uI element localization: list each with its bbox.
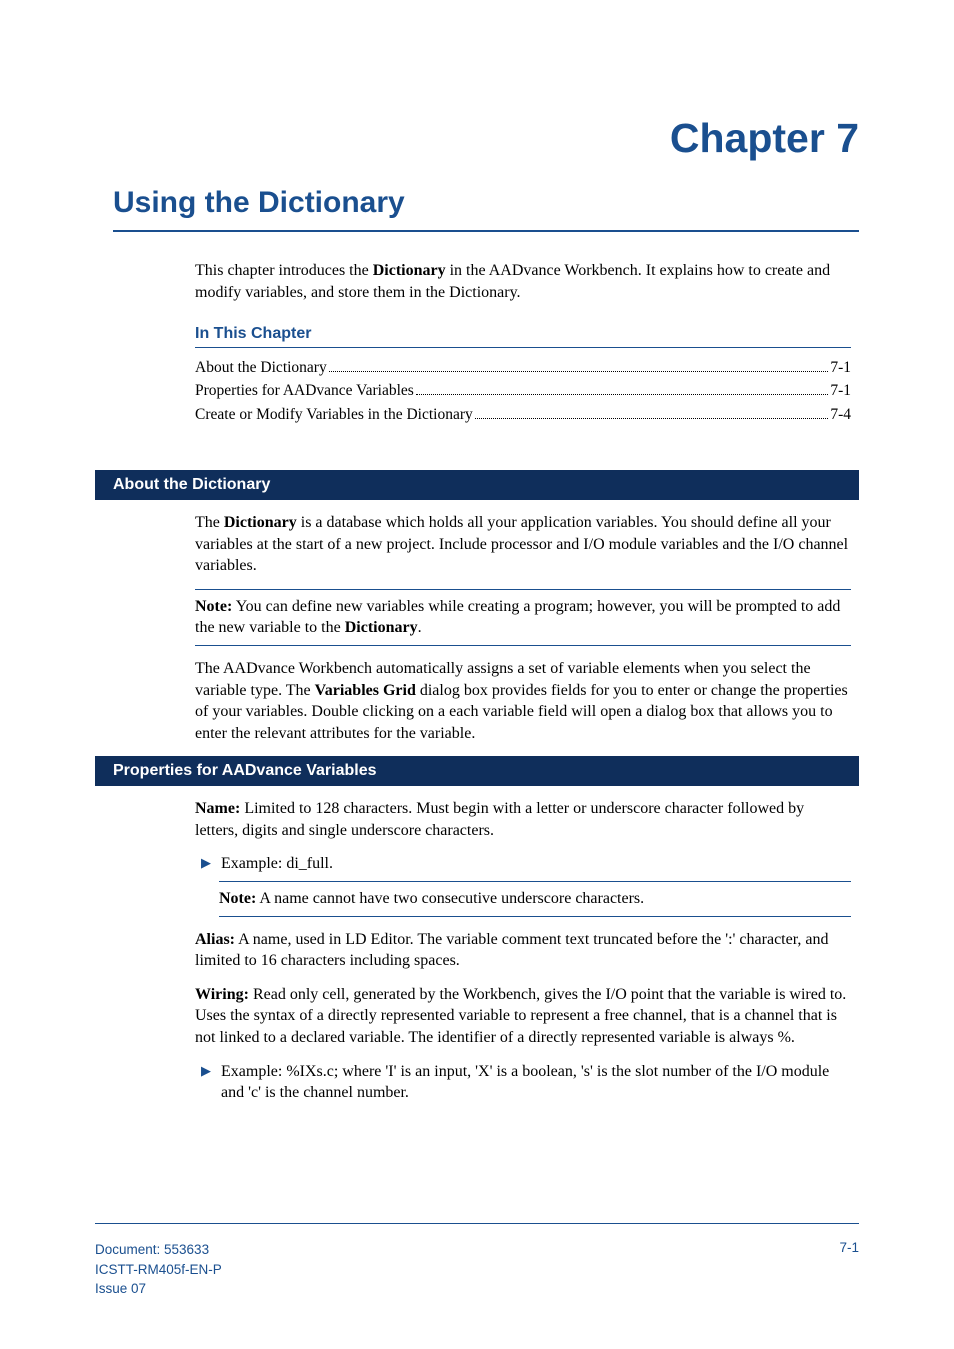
footer-left: Document: 553633 ICSTT-RM405f-EN-P Issue…: [95, 1240, 222, 1299]
about-note-text: Note: You can define new variables while…: [195, 596, 851, 639]
name-note-label: Note:: [219, 890, 256, 907]
section-heading-about-dictionary: About the Dictionary: [95, 470, 859, 500]
toc-label: Create or Modify Variables in the Dictio…: [195, 403, 473, 426]
about-note-box: Note: You can define new variables while…: [195, 589, 851, 646]
about-p1-a: The: [195, 514, 224, 531]
footer-doc-line2: ICSTT-RM405f-EN-P: [95, 1260, 222, 1280]
toc-row[interactable]: Properties for AADvance Variables 7-1: [195, 379, 851, 402]
prop-wiring-label: Wiring:: [195, 986, 249, 1003]
about-p1: The Dictionary is a database which holds…: [195, 512, 851, 577]
prop-alias: Alias: A name, used in LD Editor. The va…: [195, 929, 851, 972]
about-note-b: .: [418, 619, 422, 636]
bullet-wiring-example: ▶ Example: %IXs.c; where 'I' is an input…: [195, 1061, 851, 1104]
footer-doc-line3: Issue 07: [95, 1279, 222, 1299]
toc-page: 7-1: [830, 356, 851, 379]
prop-wiring-text: Read only cell, generated by the Workben…: [195, 986, 846, 1046]
about-p2-bold: Variables Grid: [315, 682, 416, 699]
prop-name: Name: Limited to 128 characters. Must be…: [195, 798, 851, 841]
toc-row[interactable]: About the Dictionary 7-1: [195, 356, 851, 379]
prop-wiring: Wiring: Read only cell, generated by the…: [195, 984, 851, 1049]
about-p2: The AADvance Workbench automatically ass…: [195, 658, 851, 744]
toc-block: About the Dictionary 7-1 Properties for …: [195, 356, 851, 426]
toc-dots: [475, 418, 829, 419]
prop-alias-label: Alias:: [195, 931, 235, 948]
bullet-name-example: ▶ Example: di_full.: [195, 853, 851, 875]
intro-bold-1: Dictionary: [373, 262, 446, 279]
toc-page: 7-4: [830, 403, 851, 426]
toc-label: About the Dictionary: [195, 356, 327, 379]
section-heading-properties: Properties for AADvance Variables: [95, 756, 859, 786]
prop-name-text: Limited to 128 characters. Must begin wi…: [195, 800, 804, 839]
about-note-a: You can define new variables while creat…: [195, 598, 840, 637]
footer-rule: [95, 1223, 859, 1224]
toc-dots: [416, 394, 829, 395]
in-this-chapter-heading: In This Chapter: [195, 325, 851, 348]
name-note-body: A name cannot have two consecutive under…: [256, 890, 644, 907]
intro-paragraph: This chapter introduces the Dictionary i…: [195, 260, 851, 303]
prop-alias-text: A name, used in LD Editor. The variable …: [195, 931, 829, 970]
about-p1-bold: Dictionary: [224, 514, 297, 531]
intro-text-a: This chapter introduces the: [195, 262, 373, 279]
bullet-text: Example: di_full.: [221, 853, 851, 875]
chapter-number: Chapter 7: [95, 115, 859, 162]
name-note-box: Note: A name cannot have two consecutive…: [219, 881, 851, 917]
prop-name-label: Name:: [195, 800, 240, 817]
footer-page-number: 7-1: [839, 1240, 859, 1255]
about-note-bold: Dictionary: [345, 619, 418, 636]
triangle-bullet-icon: ▶: [201, 1061, 211, 1104]
toc-page: 7-1: [830, 379, 851, 402]
footer-doc-line1: Document: 553633: [95, 1240, 222, 1260]
chapter-title: Using the Dictionary: [113, 186, 859, 232]
triangle-bullet-icon: ▶: [201, 853, 211, 875]
about-note-label: Note:: [195, 598, 232, 615]
bullet-text: Example: %IXs.c; where 'I' is an input, …: [221, 1061, 851, 1104]
toc-row[interactable]: Create or Modify Variables in the Dictio…: [195, 403, 851, 426]
page-footer: Document: 553633 ICSTT-RM405f-EN-P Issue…: [95, 1240, 859, 1299]
toc-dots: [329, 371, 829, 372]
name-note-text: Note: A name cannot have two consecutive…: [219, 888, 851, 910]
toc-label: Properties for AADvance Variables: [195, 379, 414, 402]
